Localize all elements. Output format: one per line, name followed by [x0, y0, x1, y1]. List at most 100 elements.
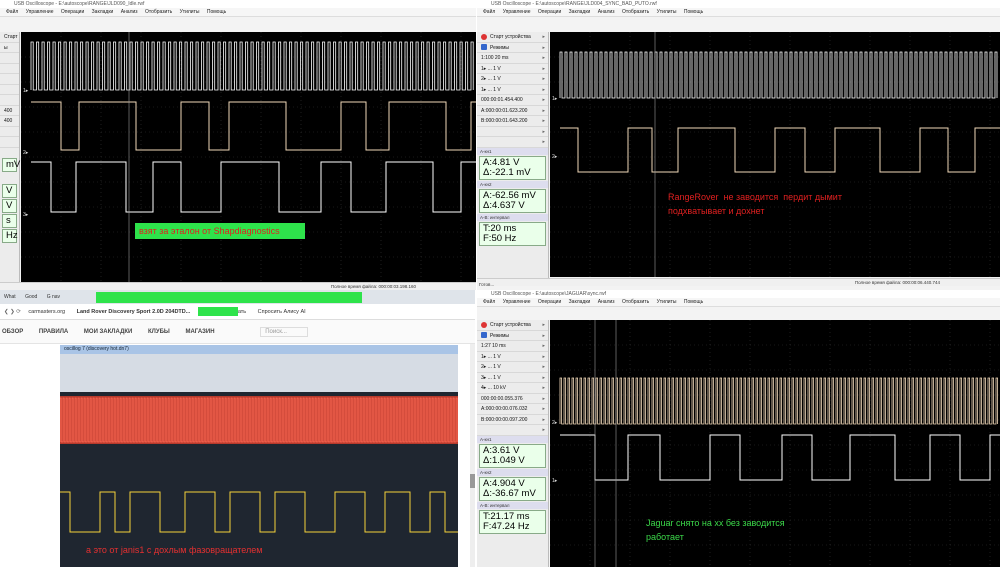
channel-row[interactable]: 2▸ ... 1 V ▸ [477, 362, 548, 373]
menu-help[interactable]: Помощь [684, 299, 703, 305]
power-icon [481, 321, 487, 328]
menu-utilities[interactable]: Утилиты [657, 299, 677, 305]
channel-2-marker[interactable]: 2▸ [552, 420, 557, 426]
measurement-box: T:21.17 ms F:47.24 Hz [479, 509, 546, 534]
measurement-box: A:-62.56 mV Δ:4.637 V [479, 188, 546, 213]
menu-control[interactable]: Управление [503, 299, 531, 305]
bottom-right-scope-window: USB Oscilloscope - E:\autoscope\JAGUAR\s… [477, 290, 1000, 567]
menu-utilities[interactable]: Утилиты [180, 9, 200, 15]
menu-analysis[interactable]: Анализ [121, 9, 138, 15]
modes-button[interactable]: Режимы ▸ [477, 331, 548, 341]
panel-row[interactable]: Старт [0, 32, 19, 43]
timebase-row[interactable]: 1:100 20 ms ▸ [477, 53, 548, 64]
back-icon[interactable]: ❮ ❯ ⟳ [4, 309, 21, 315]
cursor-b-row[interactable]: B:000:00:00.097.200 ▸ [477, 415, 548, 425]
nav-shop[interactable]: МАГАЗИН [185, 329, 214, 335]
trigger-row[interactable]: 1▸ ... 1 V ▸ [477, 85, 548, 95]
annotation-note: RangeRover не заводится пердит дымит под… [668, 192, 842, 216]
menu-operations[interactable]: Операции [538, 9, 561, 15]
status-bar: Полное время файла: 000:00:06.440.744 [477, 278, 1000, 286]
menu-control[interactable]: Управление [503, 9, 531, 15]
menu-view[interactable]: Отобразить [145, 9, 172, 15]
cursor-a-row[interactable]: A:000:00:01.623.200 ▸ [477, 106, 548, 116]
ask-alice-button[interactable]: Спросить Алису AI [258, 309, 306, 315]
panel-row[interactable] [0, 95, 19, 106]
cursor-b-row[interactable]: B:000:00:01.643.200 ▸ [477, 116, 548, 127]
measurement-box: V [2, 183, 17, 198]
panel-row[interactable] [0, 127, 19, 137]
menu-utilities[interactable]: Утилиты [657, 9, 677, 15]
menu-bar: Файл Управление Операции Закладки Анализ… [477, 8, 1000, 17]
timebase-row[interactable]: 1:27 10 ms ▸ [477, 341, 548, 352]
tools-row[interactable]: ▸ [477, 425, 548, 436]
menu-operations[interactable]: Операции [61, 9, 84, 15]
panel-row[interactable] [0, 85, 19, 95]
nav-rules[interactable]: ПРАВИЛА [39, 329, 68, 335]
photo-oscilloscope: oscillog 7 (discovery hot.dn7) а это от … [60, 345, 458, 567]
menu-file[interactable]: Файл [6, 9, 18, 15]
tools-row[interactable]: ▸ [477, 137, 548, 148]
site-navigation: ОБЗОР ПРАВИЛА МОИ ЗАКЛАДКИ КЛУБЫ МАГАЗИН… [0, 320, 475, 344]
menu-file[interactable]: Файл [483, 9, 495, 15]
cursor-time-row[interactable]: 000:00:01.454.400 ▸ [477, 95, 548, 106]
channel-1-marker[interactable]: 1▸ [552, 478, 557, 484]
menu-view[interactable]: Отобразить [622, 299, 649, 305]
menu-file[interactable]: Файл [483, 299, 495, 305]
tools-row[interactable]: ▸ [477, 127, 548, 137]
start-device-button[interactable]: Старт устройства ▸ [477, 320, 548, 331]
scope-screen[interactable]: 2▸ 1▸ Jaguar снято на хх без заводится р… [550, 320, 1000, 567]
channel-row[interactable]: 2▸ ... 1 V ▸ [477, 74, 548, 85]
trace-ch1 [30, 41, 474, 91]
menu-analysis[interactable]: Анализ [598, 9, 615, 15]
menu-bookmarks[interactable]: Закладки [569, 9, 591, 15]
search-input[interactable]: Поиск... [260, 327, 308, 337]
menu-help[interactable]: Помощь [684, 9, 703, 15]
modes-button[interactable]: Режимы ▸ [477, 43, 548, 53]
measure-head: A-кн1 [477, 147, 548, 155]
measurement-box: A:4.904 V Δ:-36.67 mV [479, 476, 546, 501]
menu-view[interactable]: Отобразить [622, 9, 649, 15]
address-text[interactable]: carmasters.org [28, 309, 65, 315]
panel-row[interactable] [0, 53, 19, 64]
channel-row[interactable]: 3▸ ... 1 V ▸ [477, 373, 548, 383]
channel-1-marker[interactable]: 1▸ [552, 96, 557, 102]
cursor-a-row[interactable]: A:000:00:00.076.032 ▸ [477, 404, 548, 415]
measurement-box: V [2, 198, 17, 213]
channel-1-marker[interactable]: 1▸ [23, 88, 28, 94]
panel-row[interactable] [0, 74, 19, 85]
scope-traces [21, 32, 476, 282]
browser-tab[interactable]: G nav [47, 294, 60, 300]
power-icon [481, 33, 487, 40]
menu-help[interactable]: Помощь [207, 9, 226, 15]
page-scrollbar[interactable] [470, 344, 475, 567]
menu-bookmarks[interactable]: Закладки [569, 299, 591, 305]
panel-row[interactable]: 400 [0, 106, 19, 116]
cursor-time-row[interactable]: 000:00:00.055.376 ▸ [477, 394, 548, 404]
panel-row[interactable] [0, 64, 19, 74]
nav-clubs[interactable]: КЛУБЫ [148, 329, 170, 335]
menu-bar: Файл Управление Операции Закладки Анализ… [477, 298, 1000, 307]
scope-screen[interactable]: 1▸ 2▸ RangeRover не заводится пердит дым… [550, 32, 1000, 277]
menu-bookmarks[interactable]: Закладки [92, 9, 114, 15]
channel-2-marker[interactable]: 2▸ [23, 150, 28, 156]
start-device-button[interactable]: Старт устройства ▸ [477, 32, 548, 43]
nav-overview[interactable]: ОБЗОР [2, 329, 23, 335]
browser-tab[interactable]: What [4, 294, 16, 300]
menu-operations[interactable]: Операции [538, 299, 561, 305]
channel-row[interactable]: 1▸ ... 1 V ▸ [477, 352, 548, 362]
channel-3-marker[interactable]: 3▸ [23, 212, 28, 218]
channel-row[interactable]: 1▸ ... 1 V ▸ [477, 64, 548, 74]
modes-icon [481, 44, 487, 51]
panel-row[interactable]: 400 [0, 116, 19, 127]
scope-screen[interactable]: 1▸ 2▸ 3▸ взят за эталон от Shapdiagnosti… [21, 32, 476, 282]
page-title: Land Rover Discovery Sport 2.0D 204DTD..… [76, 309, 191, 315]
panel-row[interactable] [0, 137, 19, 148]
nav-bookmarks[interactable]: МОИ ЗАКЛАДКИ [84, 329, 132, 335]
menu-control[interactable]: Управление [26, 9, 54, 15]
panel-row[interactable]: ы [0, 43, 19, 53]
channel-2-marker[interactable]: 2▸ [552, 154, 557, 160]
menu-analysis[interactable]: Анализ [598, 299, 615, 305]
channel-row[interactable]: 4▸ ... 10 kV ▸ [477, 383, 548, 394]
browser-tab[interactable]: Good [25, 294, 37, 300]
photo-window-title: oscillog 7 (discovery hot.dn7) [60, 345, 458, 354]
